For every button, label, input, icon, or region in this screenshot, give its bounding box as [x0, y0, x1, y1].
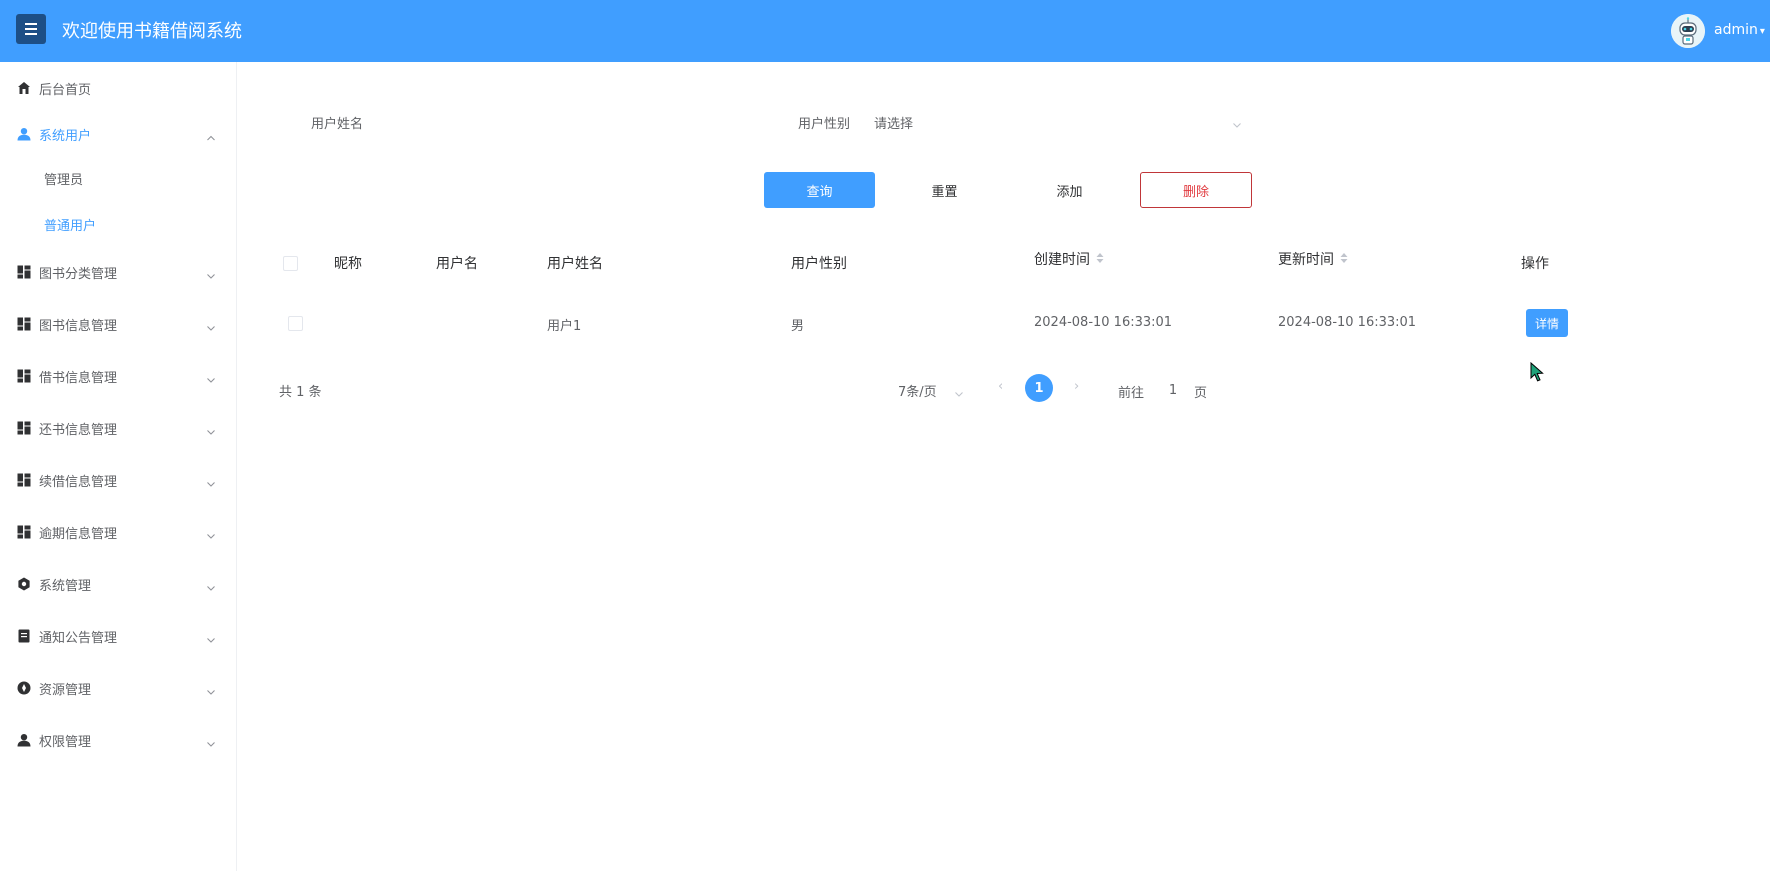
sidebar-item-label: 系统用户	[39, 129, 92, 144]
cell-real-name: 用户1	[547, 319, 582, 334]
sidebar-item-renew-info[interactable]: 续借信息管理	[0, 458, 236, 502]
row-checkbox[interactable]	[288, 316, 303, 331]
sidebar-item-home[interactable]: 后台首页	[0, 66, 236, 110]
sidebar-item-book-info[interactable]: 图书信息管理	[0, 302, 236, 346]
cell-updated: 2024-08-10 16:33:01	[1278, 315, 1417, 330]
reset-button[interactable]: 重置	[889, 172, 1000, 208]
grid-icon	[17, 317, 31, 331]
sort-icon[interactable]	[1340, 252, 1348, 268]
chevron-down-icon	[206, 682, 216, 695]
top-header: 欢迎使用书籍借阅系统 admin ▾	[0, 0, 1770, 62]
sidebar-item-label: 图书分类管理	[39, 267, 118, 282]
chevron-down-icon	[206, 370, 216, 383]
add-button[interactable]: 添加	[1014, 172, 1125, 208]
sidebar-subitem-label: 管理员	[44, 173, 84, 188]
sidebar-item-label: 系统管理	[39, 579, 92, 594]
pagination-total: 共 1 条	[279, 385, 322, 400]
sidebar: 后台首页 系统用户 管理员 普通用户 图书分类管理 图书信息管理 借书信息管理 …	[0, 62, 237, 871]
column-header-actions: 操作	[1521, 256, 1549, 272]
chevron-down-icon	[1232, 115, 1242, 134]
user-icon	[17, 733, 31, 747]
column-header-gender: 用户性别	[791, 256, 847, 272]
sidebar-item-label: 还书信息管理	[39, 423, 118, 438]
column-header-label: 创建时间	[1034, 252, 1090, 268]
chevron-down-icon	[954, 384, 964, 403]
goto-suffix: 页	[1194, 386, 1208, 401]
user-icon	[17, 127, 31, 141]
sidebar-item-label: 权限管理	[39, 735, 92, 750]
column-header-label: 更新时间	[1278, 252, 1334, 268]
select-placeholder: 请选择	[874, 117, 914, 132]
grid-icon	[17, 265, 31, 279]
robot-avatar[interactable]	[1671, 14, 1705, 48]
notice-icon	[17, 629, 31, 643]
chevron-down-icon	[206, 630, 216, 643]
sidebar-item-return-info[interactable]: 还书信息管理	[0, 406, 236, 450]
detail-button[interactable]: 详情	[1526, 309, 1568, 337]
column-header-real-name: 用户姓名	[547, 256, 603, 272]
user-name-label: admin	[1714, 22, 1758, 38]
hamburger-icon[interactable]	[16, 14, 46, 44]
sidebar-subitem-label: 普通用户	[44, 219, 97, 234]
column-header-nickname: 昵称	[334, 256, 362, 272]
mouse-cursor-icon	[1530, 361, 1544, 386]
sidebar-item-admins[interactable]: 管理员	[0, 158, 236, 198]
chevron-up-icon	[206, 128, 216, 141]
cell-created: 2024-08-10 16:33:01	[1034, 315, 1173, 330]
sidebar-item-label: 逾期信息管理	[39, 527, 118, 542]
query-button[interactable]: 查询	[764, 172, 875, 208]
user-name-input[interactable]	[376, 106, 700, 136]
chevron-down-icon	[206, 474, 216, 487]
sidebar-item-resources[interactable]: 资源管理	[0, 666, 236, 710]
sidebar-item-label: 通知公告管理	[39, 631, 118, 646]
prev-page-icon[interactable]: ‹	[998, 379, 1003, 394]
sort-icon[interactable]	[1096, 252, 1104, 268]
sidebar-item-normal-users[interactable]: 普通用户	[0, 204, 236, 244]
sidebar-item-book-category[interactable]: 图书分类管理	[0, 250, 236, 294]
grid-icon	[17, 525, 31, 539]
user-menu[interactable]: admin ▾	[1714, 22, 1765, 38]
column-header-created[interactable]: 创建时间	[1034, 249, 1104, 269]
delete-button[interactable]: 删除	[1140, 172, 1252, 208]
sidebar-item-label: 后台首页	[39, 83, 92, 98]
chevron-down-icon	[206, 318, 216, 331]
sidebar-item-system-settings[interactable]: 系统管理	[0, 562, 236, 606]
chevron-down-icon	[206, 266, 216, 279]
grid-icon	[17, 421, 31, 435]
user-gender-select[interactable]: 请选择	[868, 104, 1248, 136]
app-title: 欢迎使用书籍借阅系统	[62, 21, 242, 42]
page-size-label: 7条/页	[898, 385, 937, 400]
page-number-current[interactable]: 1	[1025, 374, 1053, 402]
sidebar-item-system-users[interactable]: 系统用户	[0, 112, 236, 156]
column-header-username: 用户名	[436, 256, 478, 272]
goto-prefix: 前往	[1118, 386, 1145, 401]
next-page-icon[interactable]: ›	[1074, 379, 1079, 394]
page-size-select[interactable]: 7条/页	[892, 375, 970, 403]
sidebar-item-notice[interactable]: 通知公告管理	[0, 614, 236, 658]
sidebar-item-permissions[interactable]: 权限管理	[0, 718, 236, 762]
column-header-updated[interactable]: 更新时间	[1278, 249, 1348, 269]
chevron-down-icon	[206, 578, 216, 591]
cell-gender: 男	[791, 319, 805, 334]
chevron-down-icon	[206, 422, 216, 435]
goto-page-input[interactable]	[1156, 375, 1190, 405]
grid-icon	[17, 473, 31, 487]
user-gender-label: 用户性别	[798, 117, 851, 132]
grid-icon	[17, 369, 31, 383]
home-icon	[17, 81, 31, 95]
sidebar-item-label: 借书信息管理	[39, 371, 118, 386]
select-all-checkbox[interactable]	[283, 256, 298, 271]
gear-icon	[17, 577, 31, 591]
sidebar-item-label: 资源管理	[39, 683, 92, 698]
chevron-down-icon: ▾	[1759, 26, 1765, 37]
chevron-down-icon	[206, 734, 216, 747]
sidebar-item-overdue-info[interactable]: 逾期信息管理	[0, 510, 236, 554]
user-name-label: 用户姓名	[311, 117, 364, 132]
sidebar-item-label: 图书信息管理	[39, 319, 118, 334]
compass-icon	[17, 681, 31, 695]
sidebar-item-borrow-info[interactable]: 借书信息管理	[0, 354, 236, 398]
sidebar-item-label: 续借信息管理	[39, 475, 118, 490]
chevron-down-icon	[206, 526, 216, 539]
